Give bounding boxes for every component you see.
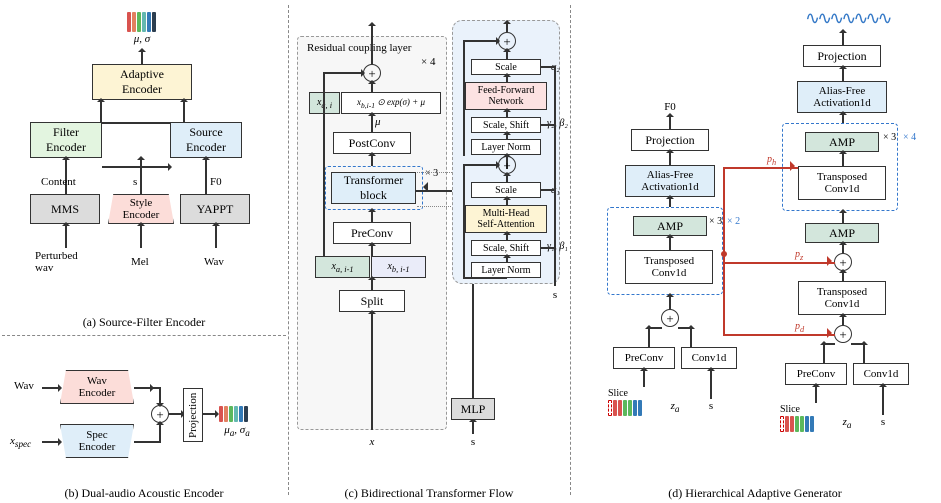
arrow [371, 24, 373, 64]
slice-blocks-l [608, 400, 642, 416]
s-cond: s [553, 289, 557, 301]
arrow [215, 224, 217, 248]
ph-label: ph [767, 154, 776, 167]
arrow-seg [102, 166, 140, 168]
x4-r: × 4 [903, 132, 916, 143]
caption-b: (b) Dual-audio Acoustic Encoder [0, 486, 288, 501]
arrow [371, 82, 373, 92]
wav-encoder-box: Wav Encoder [60, 370, 134, 404]
content-label: Content [41, 176, 76, 188]
mel-label: Mel [131, 256, 149, 268]
panel-d-container: F0 Projection Alias-Free Activation1d AM… [575, 6, 941, 481]
xspec-label: xspec [10, 435, 31, 449]
za-label-l: za [671, 400, 680, 414]
ln1-box: Layer Norm [471, 262, 541, 278]
tc-box-r: Transposed Conv1d [798, 166, 886, 200]
arrow [205, 158, 207, 194]
slice-blocks-r [780, 416, 814, 432]
panel-c-container: Residual coupling layer × 4 + xa, i xb,i… [293, 6, 568, 481]
spec-encoder-box: Spec Encoder [60, 424, 134, 458]
x3-l: × 3 [709, 216, 722, 227]
caption-d: (d) Hierarchical Adaptive Generator [570, 486, 940, 501]
arrow [140, 224, 142, 248]
arrow-seg [140, 166, 170, 168]
f0-label: F0 [210, 176, 222, 188]
caption-c: (c) Bidirectional Transformer Flow [288, 486, 570, 501]
arrow [42, 441, 60, 443]
mlp-box: MLP [451, 398, 495, 420]
slice-r: Slice [780, 404, 800, 415]
s-l: s [709, 400, 713, 412]
arrow [159, 423, 161, 443]
slice-l: Slice [608, 388, 628, 399]
arrow [140, 158, 142, 194]
adaptive-encoder-box: Adaptive Encoder [92, 64, 192, 100]
x4-label: × 4 [421, 56, 435, 68]
arrow [371, 312, 373, 430]
s-input: s [471, 436, 475, 448]
arrow [100, 100, 102, 122]
arrow [141, 50, 143, 64]
arrow [183, 100, 185, 122]
arrow [371, 154, 373, 166]
mu-sigma-a-label: μa, σa [224, 424, 250, 438]
wav-in-label: Wav [14, 380, 34, 392]
red-arrow-pz [723, 262, 835, 264]
arrowhead [418, 182, 428, 192]
arrow [472, 420, 474, 434]
tc-box-l: Transposed Conv1d [625, 250, 713, 284]
xb-im1: xb, i-1 [371, 256, 426, 278]
arrow [371, 278, 373, 290]
arrow [169, 413, 183, 415]
x3-r: × 3 [883, 132, 896, 143]
caption-a: (a) Source-Filter Encoder [0, 315, 288, 330]
za-label-r: za [843, 416, 852, 430]
arrow [65, 224, 67, 248]
bypass-line [323, 73, 325, 256]
projection-box: Projection [183, 388, 203, 442]
wav-label: Wav [204, 256, 224, 268]
arrow [203, 413, 217, 415]
mu-sigma-blocks [127, 12, 156, 32]
perturbed-wav-label: Perturbed wav [35, 250, 78, 274]
pz-label: pz [795, 249, 803, 262]
arrow [371, 244, 373, 256]
waveform-icon: ∿∿∿∿∿∿∿ [805, 8, 890, 29]
red-arrow-ph [723, 167, 798, 169]
s-r: s [881, 416, 885, 428]
add-node-l: + [661, 309, 679, 327]
s-label: s [133, 176, 137, 188]
arrow [371, 210, 373, 222]
arrow [371, 114, 373, 132]
mu-label: μ [375, 116, 381, 128]
arrow [506, 50, 508, 59]
x3-label: × 3 [425, 168, 438, 179]
panel-a-container: μ, σ Adaptive Encoder Filter Encoder Sou… [0, 0, 288, 330]
transformer-block: Transformer block [331, 172, 416, 204]
rcl-title: Residual coupling layer [307, 42, 411, 54]
arrow [323, 72, 363, 74]
arrow [669, 115, 671, 129]
red-arrow-pd [723, 334, 835, 336]
arrow [159, 387, 161, 405]
expr-box: xb,i-1 ⊙ exp(σ) + μ [341, 92, 441, 114]
arrow [506, 22, 508, 32]
x-input: x [370, 436, 375, 448]
panel-b-container: Wav Wav Encoder xspec Spec Encoder + Pro… [0, 340, 288, 485]
mu-sigma-a-blocks [219, 406, 248, 422]
arrow-seg [134, 441, 159, 443]
x2-l: × 2 [727, 216, 740, 227]
xa-im1: xa, i-1 [315, 256, 370, 278]
pd-label: pd [795, 321, 804, 334]
arrow [42, 387, 60, 389]
